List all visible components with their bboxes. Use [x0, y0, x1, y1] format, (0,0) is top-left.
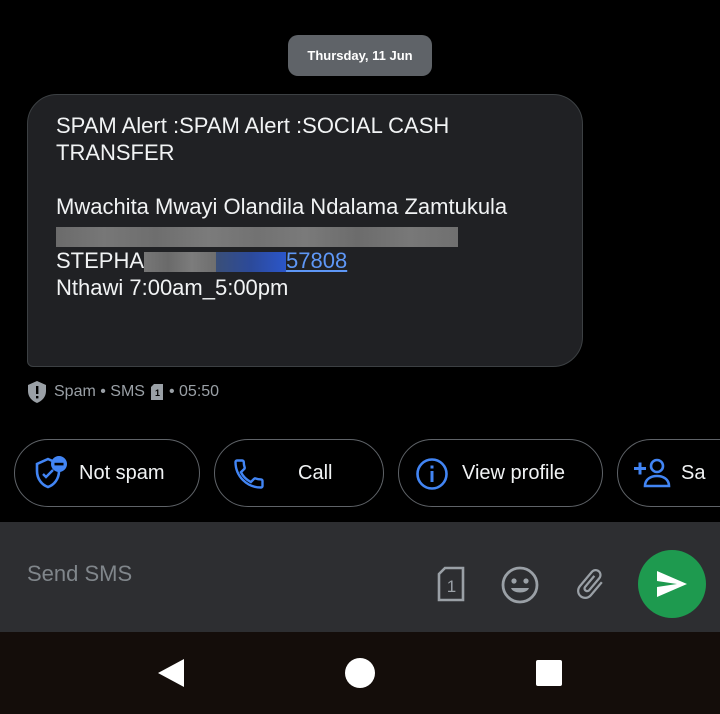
call-chip[interactable]: Call: [214, 439, 384, 507]
message-meta: Spam • SMS 1 • 05:50: [26, 378, 219, 406]
message-name-line: STEPHA 57808: [56, 247, 554, 274]
chip-label: Call: [298, 461, 333, 484]
name-prefix: STEPHA: [56, 248, 145, 273]
send-button[interactable]: [638, 550, 706, 618]
chip-label: Not spam: [79, 461, 165, 484]
home-icon[interactable]: [344, 657, 376, 689]
message-redacted-line: [56, 220, 554, 247]
phone-suffix: 57808: [286, 248, 348, 273]
emoji-icon[interactable]: [500, 565, 540, 605]
message-bubble[interactable]: SPAM Alert :SPAM Alert :SOCIAL CASH TRAN…: [27, 94, 583, 367]
phone-icon: [234, 459, 264, 489]
date-divider: Thursday, 11 Jun: [288, 35, 432, 76]
view-profile-chip[interactable]: View profile: [398, 439, 603, 507]
system-navigation-bar: [0, 632, 720, 714]
send-sms-input[interactable]: Send SMS: [27, 561, 132, 587]
sim-card-icon: 1: [150, 384, 163, 400]
chip-label: View profile: [462, 461, 566, 484]
redaction-block: [56, 226, 458, 247]
redaction-block: [144, 252, 217, 273]
message-line: Mwachita Mwayi Olandila Ndalama Zamtukul…: [56, 194, 508, 219]
phone-number-link[interactable]: 57808: [216, 248, 347, 273]
back-icon[interactable]: [156, 657, 186, 689]
chip-label: Sa: [681, 461, 706, 484]
recents-icon[interactable]: [536, 660, 562, 686]
person-add-icon: [634, 458, 671, 488]
message-line: SPAM Alert :SPAM Alert :SOCIAL CASH: [56, 113, 450, 138]
info-icon: [416, 458, 448, 490]
meta-label: Spam • SMS: [54, 383, 145, 400]
message-line: TRANSFER: [56, 140, 175, 165]
redaction-block: [216, 252, 287, 273]
shield-alert-icon: [28, 381, 46, 403]
sim-select-icon[interactable]: 1: [436, 566, 466, 602]
suggestion-chips: Not spam Call View profile Sa: [0, 439, 720, 509]
not-spam-chip[interactable]: Not spam: [14, 439, 200, 507]
attach-icon[interactable]: [572, 564, 608, 604]
meta-time: • 05:50: [168, 383, 220, 400]
message-line: Nthawi 7:00am_5:00pm: [56, 275, 289, 300]
sim-number: 1: [155, 388, 160, 398]
send-icon: [657, 571, 687, 597]
composer-bar: Send SMS 1: [0, 522, 720, 632]
sim-number: 1: [447, 577, 456, 596]
shield-remove-icon: [35, 456, 67, 489]
save-contact-chip[interactable]: Sa: [617, 439, 720, 507]
